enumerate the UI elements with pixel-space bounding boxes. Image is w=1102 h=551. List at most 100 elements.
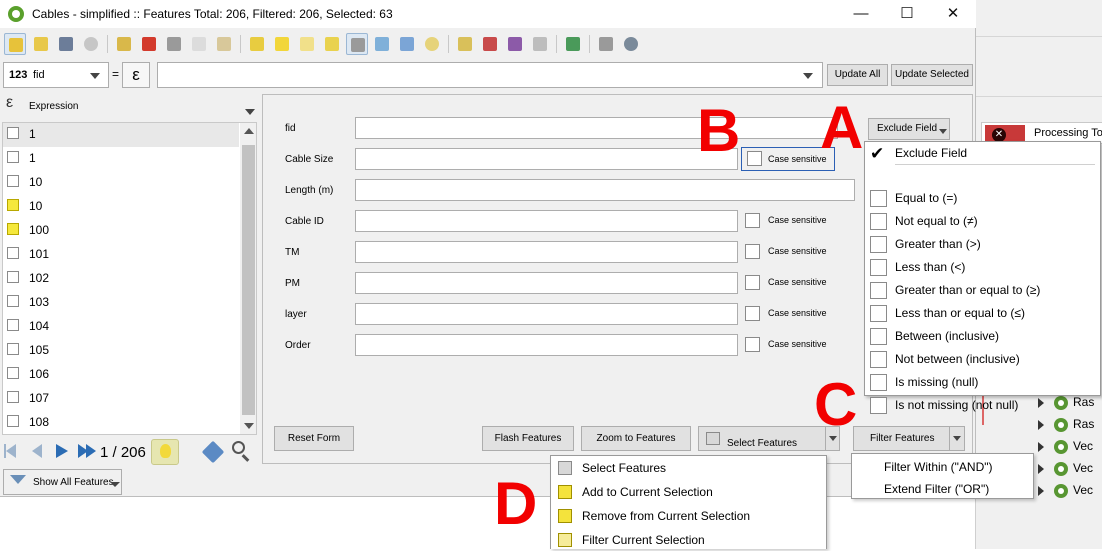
operator-menu-item[interactable]: Equal to (=) [870, 187, 1095, 209]
list-item[interactable]: 108 [3, 411, 239, 434]
selection-checkbox[interactable] [7, 415, 19, 427]
operator-menu-item[interactable]: Is not missing (not null) [870, 394, 1095, 416]
update-selected-button[interactable]: Update Selected [891, 64, 973, 86]
save-edits-button[interactable] [55, 33, 77, 55]
expression-input[interactable] [157, 62, 823, 88]
operator-menu-item[interactable]: Is missing (null) [870, 371, 1095, 393]
actions-button[interactable] [562, 33, 584, 55]
list-item[interactable]: 102 [3, 267, 239, 291]
previous-feature-icon[interactable] [32, 444, 42, 458]
expression-builder-button[interactable]: ε [122, 62, 150, 88]
selection-checkbox[interactable] [7, 247, 19, 259]
menu-item-filter-current-selection[interactable]: Filter Current Selection [551, 529, 826, 551]
checkbox[interactable] [745, 337, 760, 352]
checkbox[interactable] [745, 275, 760, 290]
move-selection-to-top-button[interactable] [371, 33, 393, 55]
invert-selection-button[interactable] [296, 33, 318, 55]
zoom-to-features-button[interactable]: Zoom to Features [581, 426, 691, 451]
flash-features-button[interactable]: Flash Features [482, 426, 574, 451]
deselect-all-button[interactable] [321, 33, 343, 55]
menu-item-filter-within[interactable]: Filter Within ("AND") [852, 456, 1033, 478]
field-input[interactable] [355, 179, 855, 201]
selection-checkbox[interactable] [7, 151, 19, 163]
exclude-field-button[interactable]: Exclude Field [868, 118, 950, 140]
selection-checkbox[interactable] [7, 367, 19, 379]
selection-checkbox[interactable] [7, 223, 19, 235]
zoom-to-selected-button[interactable] [421, 33, 443, 55]
conditional-formatting-button[interactable] [529, 33, 551, 55]
selection-checkbox[interactable] [7, 175, 19, 187]
selection-checkbox[interactable] [7, 343, 19, 355]
zoom-icon[interactable] [232, 441, 245, 454]
tree-item[interactable]: Vec [1038, 461, 1093, 481]
operator-menu-item[interactable]: Greater than or equal to (≥) [870, 279, 1095, 301]
first-feature-icon[interactable] [6, 444, 16, 458]
list-item[interactable]: 10 [3, 195, 239, 219]
menu-item-add-to-selection[interactable]: Add to Current Selection [551, 481, 826, 503]
operator-menu-item[interactable]: Less than or equal to (≤) [870, 302, 1095, 324]
new-field-button[interactable] [454, 33, 476, 55]
scrollbar-thumb[interactable] [242, 145, 255, 415]
cut-button[interactable] [163, 33, 185, 55]
reset-form-button[interactable]: Reset Form [274, 426, 354, 451]
checkbox[interactable] [745, 244, 760, 259]
checkbox[interactable] [747, 151, 762, 166]
filter-features-button[interactable]: Filter Features [853, 426, 965, 451]
selection-checkbox[interactable] [7, 199, 19, 211]
close-button[interactable]: ✕ [930, 2, 976, 26]
list-item[interactable]: 104 [3, 315, 239, 339]
operator-menu-item[interactable]: Not between (inclusive) [870, 348, 1095, 370]
next-feature-icon[interactable] [56, 444, 68, 458]
settings-button[interactable] [620, 33, 642, 55]
minimize-button[interactable]: — [838, 2, 884, 26]
field-input[interactable] [355, 334, 738, 356]
paste-button[interactable] [213, 33, 235, 55]
chevron-down-icon[interactable] [953, 436, 961, 441]
field-input[interactable] [355, 210, 738, 232]
expand-icon[interactable] [1038, 419, 1044, 430]
checkbox[interactable] [745, 213, 760, 228]
operator-menu-item[interactable]: Less than (<) [870, 256, 1095, 278]
operator-menu-item[interactable]: ✔ Exclude Field [870, 142, 1095, 164]
toggle-editing-button[interactable] [4, 33, 26, 55]
menu-item-select-features[interactable]: Select Features [551, 457, 826, 479]
selection-checkbox[interactable] [7, 319, 19, 331]
select-by-form-button[interactable] [346, 33, 368, 55]
list-item[interactable]: 1 [3, 147, 239, 171]
expand-icon[interactable] [1038, 441, 1044, 452]
add-feature-button[interactable] [113, 33, 135, 55]
scroll-up-icon[interactable] [244, 128, 254, 134]
pan-to-selected-button[interactable] [396, 33, 418, 55]
tree-item[interactable]: Vec [1038, 483, 1093, 503]
scroll-down-icon[interactable] [244, 423, 254, 429]
field-selector[interactable]: 123 fid [3, 62, 109, 88]
selection-checkbox[interactable] [7, 271, 19, 283]
multi-edit-button[interactable] [30, 33, 52, 55]
select-all-button[interactable] [271, 33, 293, 55]
selection-checkbox[interactable] [7, 295, 19, 307]
field-input[interactable] [355, 241, 738, 263]
list-item[interactable]: 107 [3, 387, 239, 411]
show-all-features-button[interactable]: Show All Features [3, 469, 122, 495]
reload-button[interactable] [80, 33, 102, 55]
tree-item[interactable]: Ras [1038, 417, 1094, 437]
field-input[interactable] [355, 148, 738, 170]
field-calculator-button[interactable] [504, 33, 526, 55]
list-item[interactable]: 106 [3, 363, 239, 387]
selection-checkbox[interactable] [7, 391, 19, 403]
select-by-expression-button[interactable] [246, 33, 268, 55]
chevron-down-icon[interactable] [245, 109, 255, 115]
dock-button[interactable] [595, 33, 617, 55]
list-item[interactable]: 101 [3, 243, 239, 267]
scrollbar[interactable] [240, 123, 256, 434]
list-item[interactable]: 1 [3, 123, 239, 147]
tree-item[interactable]: Vec [1038, 439, 1093, 459]
list-item[interactable]: 103 [3, 291, 239, 315]
selection-checkbox[interactable] [7, 127, 19, 139]
operator-menu-item[interactable]: Between (inclusive) [870, 325, 1095, 347]
field-input[interactable] [355, 117, 838, 139]
expand-icon[interactable] [1038, 463, 1044, 474]
list-item[interactable]: 10 [3, 171, 239, 195]
auto-pan-button[interactable] [151, 439, 179, 465]
list-item[interactable]: 100 [3, 219, 239, 243]
